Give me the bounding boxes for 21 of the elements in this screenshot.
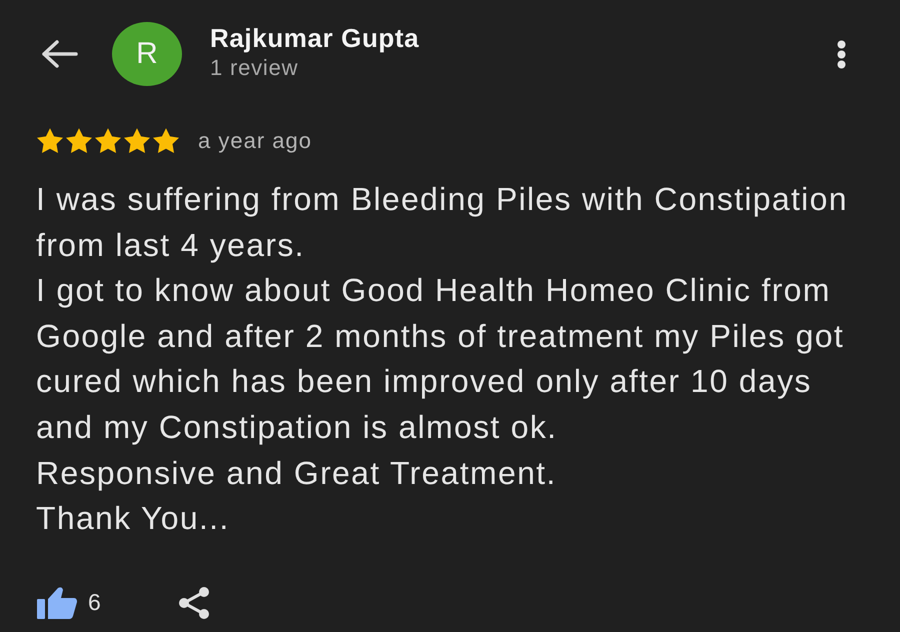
star-icon xyxy=(152,128,180,154)
review-time: a year ago xyxy=(198,128,312,154)
like-count: 6 xyxy=(88,589,101,616)
share-button[interactable] xyxy=(176,586,211,620)
review-text: Thank You... xyxy=(36,499,231,538)
more-options-button[interactable] xyxy=(837,40,846,68)
star-icon xyxy=(65,128,93,154)
star-icon xyxy=(36,128,64,154)
share-icon xyxy=(176,586,211,620)
review-text: I got to know about Good Health Homeo Clinic from Google and after 2 months of treatment my Piles got cured which has been improved only after 10 days and my Constipation is almost ok. xyxy=(36,271,846,447)
review-count: 1 review xyxy=(210,54,300,82)
back-button[interactable] xyxy=(40,39,78,69)
more-vertical-icon xyxy=(837,40,846,68)
back-arrow-icon xyxy=(40,39,78,69)
review-text: Responsive and Great Treatment. xyxy=(36,454,558,493)
like-button[interactable]: 6 xyxy=(36,586,101,620)
avatar: R xyxy=(112,22,182,86)
reviewer-name: Rajkumar Gupta xyxy=(210,22,420,54)
star-icon xyxy=(123,128,151,154)
review-text: I was suffering from Bleeding Piles with Constipation from last 4 years. xyxy=(36,180,849,265)
star-icon xyxy=(94,128,122,154)
